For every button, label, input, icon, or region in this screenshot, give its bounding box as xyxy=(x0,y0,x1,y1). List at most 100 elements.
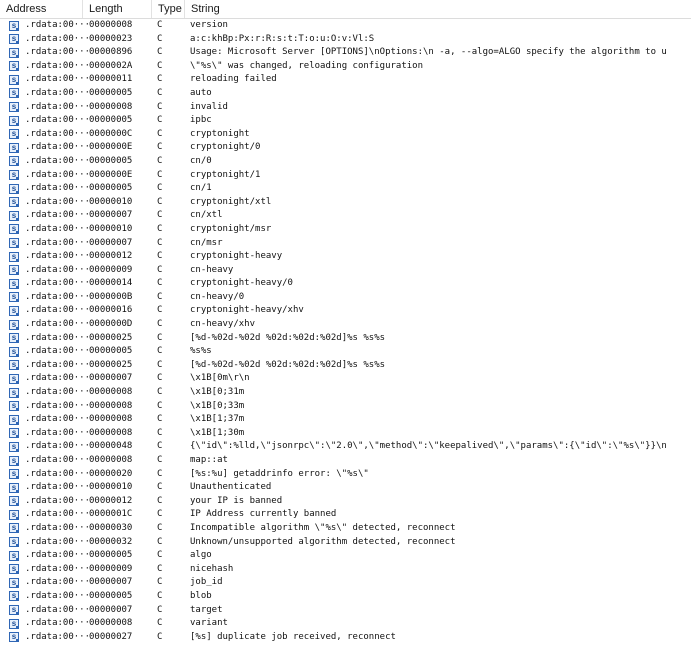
string-cell: cn-heavy/0 xyxy=(190,291,245,302)
type-cell: C xyxy=(157,33,163,44)
table-row[interactable]: s .rdata:00··· 00000048 C {\"id\":%lld,\"jso… xyxy=(0,440,691,454)
length-cell: 00000007 xyxy=(89,577,133,588)
length-cell: 00000005 xyxy=(89,115,133,126)
type-cell: C xyxy=(157,47,163,58)
length-cell: 00000012 xyxy=(89,251,133,262)
table-row[interactable]: s .rdata:00··· 00000005 Calgo xyxy=(0,549,691,563)
table-row[interactable]: s .rdata:00··· 00000009 Ccn-heavy xyxy=(0,264,691,278)
table-row[interactable]: s .rdata:00··· 00000010 Ccryptonight/msr xyxy=(0,223,691,237)
address-cell: .rdata:00··· xyxy=(25,60,91,71)
address-cell: .rdata:00··· xyxy=(25,427,91,438)
table-row[interactable]: s .rdata:00··· 00000012 Ccryptonight-heavy xyxy=(0,250,691,264)
type-cell: C xyxy=(157,495,163,506)
table-row[interactable]: s .rdata:00··· 00000023 Ca:c:khBp:Px:r:R:s:… xyxy=(0,33,691,47)
address-cell: .rdata:00··· xyxy=(25,563,91,574)
string-icon: s xyxy=(9,509,19,520)
table-row[interactable]: s .rdata:00··· 00000008 Cinvalid xyxy=(0,101,691,115)
table-row[interactable]: s .rdata:00··· 00000008 Cmap::at xyxy=(0,454,691,468)
table-row[interactable]: s .rdata:00··· 00000007 Ccn/msr xyxy=(0,237,691,251)
string-icon: s xyxy=(9,183,19,194)
table-row[interactable]: s .rdata:00··· 00000030 C Incompatible algor… xyxy=(0,522,691,536)
table-row[interactable]: s .rdata:00··· 0000000D Ccn-heavy/xhv xyxy=(0,318,691,332)
type-cell: C xyxy=(157,87,163,98)
table-row[interactable]: s .rdata:00··· 00000005 Cauto xyxy=(0,87,691,101)
table-row[interactable]: s .rdata:00··· 00000010 C Unauthenticated xyxy=(0,481,691,495)
length-cell: 0000002A xyxy=(89,60,133,71)
length-cell: 00000010 xyxy=(89,482,133,493)
table-row[interactable]: s .rdata:00··· 0000000E Ccryptonight/0 xyxy=(0,141,691,155)
table-row[interactable]: s .rdata:00··· 00000016 Ccryptonight-heavy/… xyxy=(0,304,691,318)
table-row[interactable]: s .rdata:00··· 00000007 Cjob_id xyxy=(0,576,691,590)
table-row[interactable]: s .rdata:00··· 00000008 C \x1B[0;31m xyxy=(0,386,691,400)
table-row[interactable]: s .rdata:00··· 00000005 Ccn/1 xyxy=(0,182,691,196)
string-icon: s xyxy=(9,102,19,113)
string-icon: s xyxy=(9,564,19,575)
type-cell: C xyxy=(157,441,163,452)
table-row[interactable]: s .rdata:00··· 00000007 Ccn/xtl xyxy=(0,209,691,223)
table-row[interactable]: s .rdata:00··· 0000002A C \"%s\" was changed… xyxy=(0,60,691,74)
string-cell: %s%s xyxy=(190,346,212,357)
type-cell: C xyxy=(157,346,163,357)
length-cell: 0000000E xyxy=(89,169,133,180)
string-cell: Usage: Microsoft Server [OPTIONS]\nOptio… xyxy=(190,47,667,58)
table-row[interactable]: s .rdata:00··· 00000025 C [%d-%02d-%02d %02d… xyxy=(0,332,691,346)
table-row[interactable]: s .rdata:00··· 00000007 Ctarget xyxy=(0,604,691,618)
address-cell: .rdata:00··· xyxy=(25,522,91,533)
address-cell: .rdata:00··· xyxy=(25,604,91,615)
string-cell: cn-heavy/xhv xyxy=(190,319,256,330)
table-row[interactable]: s .rdata:00··· 00000025 C [%d-%02d-%02d %02d… xyxy=(0,359,691,373)
table-row[interactable]: s .rdata:00··· 00000027 C [%s] duplicate job… xyxy=(0,631,691,645)
table-row[interactable]: s .rdata:00··· 00000008 C \x1B[0;33m xyxy=(0,400,691,414)
table-row[interactable]: s .rdata:00··· 0000000E Ccryptonight/1 xyxy=(0,169,691,183)
length-cell: 0000000E xyxy=(89,142,133,153)
table-row[interactable]: s .rdata:00··· 00000005 Cipbc xyxy=(0,114,691,128)
table-row[interactable]: s .rdata:00··· 00000005 C %s%s xyxy=(0,345,691,359)
table-row[interactable]: s .rdata:00··· 00000012 Cyour IP is banned xyxy=(0,495,691,509)
length-cell: 00000014 xyxy=(89,278,133,289)
table-row[interactable]: s .rdata:00··· 00000896 C Usage: Microsoft S… xyxy=(0,46,691,60)
string-icon: s xyxy=(9,47,19,58)
table-row[interactable]: s .rdata:00··· 00000010 Ccryptonight/xtl xyxy=(0,196,691,210)
type-cell: C xyxy=(157,20,163,30)
column-header-type[interactable]: Type xyxy=(152,0,185,18)
address-cell: .rdata:00··· xyxy=(25,482,91,493)
table-row[interactable]: s .rdata:00··· 00000009 Cnicehash xyxy=(0,563,691,577)
type-cell: C xyxy=(157,332,163,343)
type-cell: C xyxy=(157,455,163,465)
length-cell: 00000005 xyxy=(89,155,133,166)
table-row[interactable]: s .rdata:00··· 0000000B Ccn-heavy/0 xyxy=(0,291,691,305)
string-icon: s xyxy=(9,482,19,493)
table-row[interactable]: s .rdata:00··· 0000000C Ccryptonight xyxy=(0,128,691,142)
table-row[interactable]: s .rdata:00··· 00000008 C \x1B[1;30m xyxy=(0,427,691,441)
address-cell: .rdata:00··· xyxy=(25,468,91,479)
column-header-length[interactable]: Length xyxy=(83,0,152,18)
length-cell: 00000032 xyxy=(89,536,133,547)
address-cell: .rdata:00··· xyxy=(25,183,91,194)
length-cell: 0000001C xyxy=(89,509,133,520)
table-row[interactable]: s .rdata:00··· 00000007 C \x1B[0m\r\n xyxy=(0,372,691,386)
address-cell: .rdata:00··· xyxy=(25,128,91,139)
table-row[interactable]: s .rdata:00··· 00000011 Creloading failed xyxy=(0,73,691,87)
table-row[interactable]: s .rdata:00··· 00000008 C \x1B[1;37m xyxy=(0,413,691,427)
table-row[interactable]: s .rdata:00··· 00000020 C [%s:%u] getaddrinf… xyxy=(0,468,691,482)
address-cell: .rdata:00··· xyxy=(25,115,91,126)
table-row[interactable]: s .rdata:00··· 00000008 Cvariant xyxy=(0,617,691,631)
table-row[interactable]: s .rdata:00··· 00000008 Cversion xyxy=(0,19,691,33)
column-header-string[interactable]: String xyxy=(185,0,691,18)
table-row[interactable]: s .rdata:00··· 00000014 Ccryptonight-heavy/… xyxy=(0,277,691,291)
length-cell: 00000007 xyxy=(89,210,133,221)
length-cell: 00000011 xyxy=(89,74,133,85)
column-header-address[interactable]: Address xyxy=(0,0,83,18)
string-cell: [%s:%u] getaddrinfo error: \"%s\" xyxy=(190,468,369,479)
string-icon: s xyxy=(9,265,19,276)
string-cell: cryptonight-heavy xyxy=(190,251,283,262)
string-icon: s xyxy=(9,170,19,181)
table-row[interactable]: s .rdata:00··· 0000001C C IP Address current… xyxy=(0,508,691,522)
table-row[interactable]: s .rdata:00··· 00000005 Ccn/0 xyxy=(0,155,691,169)
length-cell: 00000005 xyxy=(89,550,133,561)
length-cell: 0000000B xyxy=(89,291,133,302)
table-row[interactable]: s .rdata:00··· 00000032 C Unknown/unsupporte… xyxy=(0,536,691,550)
length-cell: 00000007 xyxy=(89,604,133,615)
length-cell: 00000008 xyxy=(89,618,133,629)
table-row[interactable]: s .rdata:00··· 00000005 Cblob xyxy=(0,590,691,604)
